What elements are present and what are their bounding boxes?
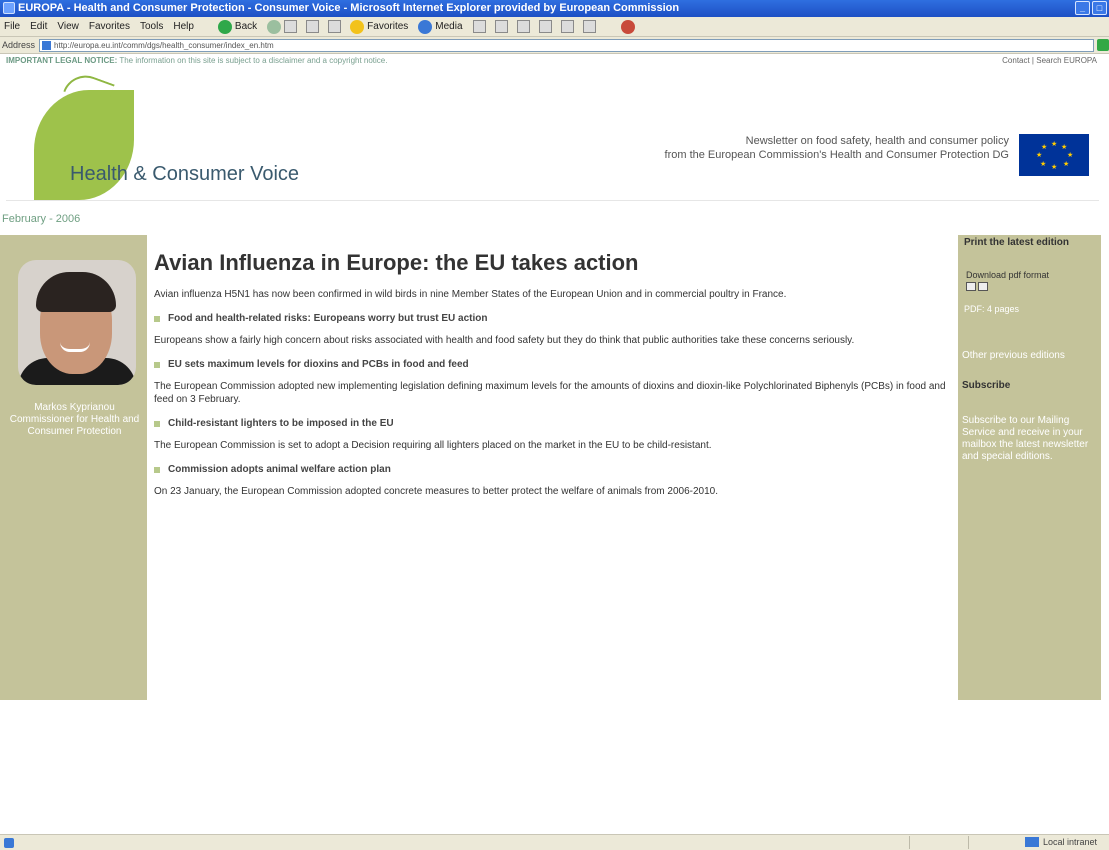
- intranet-icon: [1024, 837, 1039, 847]
- edit-icon[interactable]: [538, 20, 552, 33]
- article-title-text[interactable]: Commission adopts animal welfare action …: [168, 464, 391, 475]
- discuss-icon[interactable]: [560, 20, 574, 33]
- edition-date: February - 2006: [2, 213, 81, 225]
- back-arrow-icon: [217, 19, 232, 34]
- article-text: The European Commission is set to adopt …: [154, 440, 712, 451]
- mail-icon[interactable]: [494, 20, 508, 33]
- legal-notice: IMPORTANT LEGAL NOTICE: The information …: [6, 56, 387, 65]
- bullet-icon: [154, 420, 160, 427]
- menu-tools[interactable]: Tools: [140, 21, 163, 32]
- bullet-icon: [154, 466, 160, 473]
- article-title-text[interactable]: EU sets maximum levels for dioxins and P…: [168, 359, 469, 370]
- download-link[interactable]: Download pdf format: [966, 270, 1049, 292]
- window-titlebar: EUROPA - Health and Consumer Protection …: [0, 0, 1109, 17]
- history-icon[interactable]: [472, 20, 486, 33]
- back-label: Back: [234, 21, 258, 32]
- article-title[interactable]: Child-resistant lighters to be imposed i…: [154, 418, 954, 429]
- photo-caption[interactable]: Markos Kyprianou Commissioner for Health…: [4, 402, 145, 438]
- commissioner-photo: [18, 260, 136, 385]
- menu-help[interactable]: Help: [173, 21, 194, 32]
- article-title[interactable]: Commission adopts animal welfare action …: [154, 464, 954, 475]
- download-label[interactable]: Download pdf format: [966, 270, 1049, 281]
- article-title[interactable]: Food and health-related risks: Europeans…: [154, 313, 954, 324]
- pdf-icon[interactable]: [978, 282, 988, 292]
- tagline-line-2: from the European Commission's Health an…: [664, 149, 1009, 161]
- right-column: Print the latest edition Download pdf fo…: [958, 235, 1101, 700]
- research-icon[interactable]: [582, 20, 596, 33]
- print-icon[interactable]: [966, 282, 976, 292]
- zone-label: Local intranet: [1042, 837, 1097, 847]
- article-text: On 23 January, the European Commission a…: [154, 486, 719, 497]
- subscribe-heading: Subscribe: [962, 380, 1011, 391]
- previous-editions-link[interactable]: Other previous editions: [962, 350, 1065, 361]
- menu-favorites[interactable]: Favorites: [89, 21, 130, 32]
- messenger-icon[interactable]: [620, 19, 635, 34]
- pdf-size: PDF: 4 pages: [964, 304, 1020, 314]
- go-button[interactable]: [1097, 39, 1109, 51]
- legal-notice-text[interactable]: The information on this site is subject …: [119, 56, 387, 65]
- back-button[interactable]: Back: [217, 19, 258, 34]
- page-icon: [42, 40, 52, 50]
- address-input[interactable]: http://europa.eu.int/comm/dgs/health_con…: [39, 38, 1095, 52]
- article-title-text[interactable]: Child-resistant lighters to be imposed i…: [168, 418, 394, 429]
- eu-flag-icon: ★ ★ ★ ★ ★ ★ ★ ★: [1019, 134, 1089, 176]
- main-content: Avian Influenza in Europe: the EU takes …: [154, 250, 954, 510]
- media-icon: [418, 19, 433, 34]
- address-url: http://europa.eu.int/comm/dgs/health_con…: [54, 40, 274, 50]
- print-icon[interactable]: [516, 20, 530, 33]
- address-bar: Address http://europa.eu.int/comm/dgs/he…: [0, 37, 1109, 54]
- window-controls: _ □: [1075, 1, 1107, 15]
- legal-notice-label[interactable]: IMPORTANT LEGAL NOTICE:: [6, 56, 117, 65]
- minimize-button[interactable]: _: [1075, 1, 1090, 15]
- subscribe-text[interactable]: Subscribe to our Mailing Service and rec…: [962, 415, 1098, 463]
- menu-bar: File Edit View Favorites Tools Help Back…: [0, 17, 1109, 37]
- stop-icon[interactable]: [284, 20, 298, 33]
- banner-tagline: Newsletter on food safety, health and co…: [449, 134, 1009, 162]
- intro-text: Avian influenza H5N1 has now been confir…: [154, 289, 787, 300]
- forward-arrow-icon[interactable]: [267, 19, 282, 34]
- menu-file[interactable]: File: [4, 21, 20, 32]
- page-headline[interactable]: Avian Influenza in Europe: the EU takes …: [154, 250, 954, 276]
- media-label: Media: [435, 21, 463, 32]
- status-panels: [909, 836, 969, 849]
- top-links[interactable]: Contact | Search EUROPA: [1002, 56, 1097, 65]
- toolbar: Back Favorites Media: [217, 19, 638, 34]
- left-column: Markos Kyprianou Commissioner for Health…: [0, 235, 147, 700]
- article-title-text[interactable]: Food and health-related risks: Europeans…: [168, 313, 488, 324]
- banner: Health & Consumer Voice Newsletter on fo…: [6, 68, 1099, 201]
- home-icon[interactable]: [328, 20, 342, 33]
- window-title: EUROPA - Health and Consumer Protection …: [18, 2, 680, 14]
- status-bar: Local intranet: [0, 834, 1109, 850]
- article-text: Europeans show a fairly high concern abo…: [154, 335, 855, 346]
- favorites-button[interactable]: Favorites: [350, 19, 409, 34]
- maximize-button[interactable]: □: [1092, 1, 1107, 15]
- menu-edit[interactable]: Edit: [30, 21, 47, 32]
- article-text: The European Commission adopted new impl…: [154, 381, 946, 405]
- menu-view[interactable]: View: [57, 21, 79, 32]
- print-heading: Print the latest edition: [964, 237, 1070, 248]
- bullet-icon: [154, 361, 160, 368]
- refresh-icon[interactable]: [306, 20, 320, 33]
- article-title[interactable]: EU sets maximum levels for dioxins and P…: [154, 359, 954, 370]
- tagline-line-1: Newsletter on food safety, health and co…: [745, 135, 1009, 147]
- security-zone: Local intranet: [1024, 837, 1097, 847]
- media-button[interactable]: Media: [418, 19, 463, 34]
- star-icon: [350, 19, 365, 34]
- bullet-icon: [154, 315, 160, 322]
- brand-title: Health & Consumer Voice: [70, 163, 300, 185]
- ie-icon: [3, 2, 15, 14]
- address-label: Address: [2, 40, 36, 50]
- favorites-label: Favorites: [367, 21, 409, 32]
- page-status-icon: [4, 838, 14, 848]
